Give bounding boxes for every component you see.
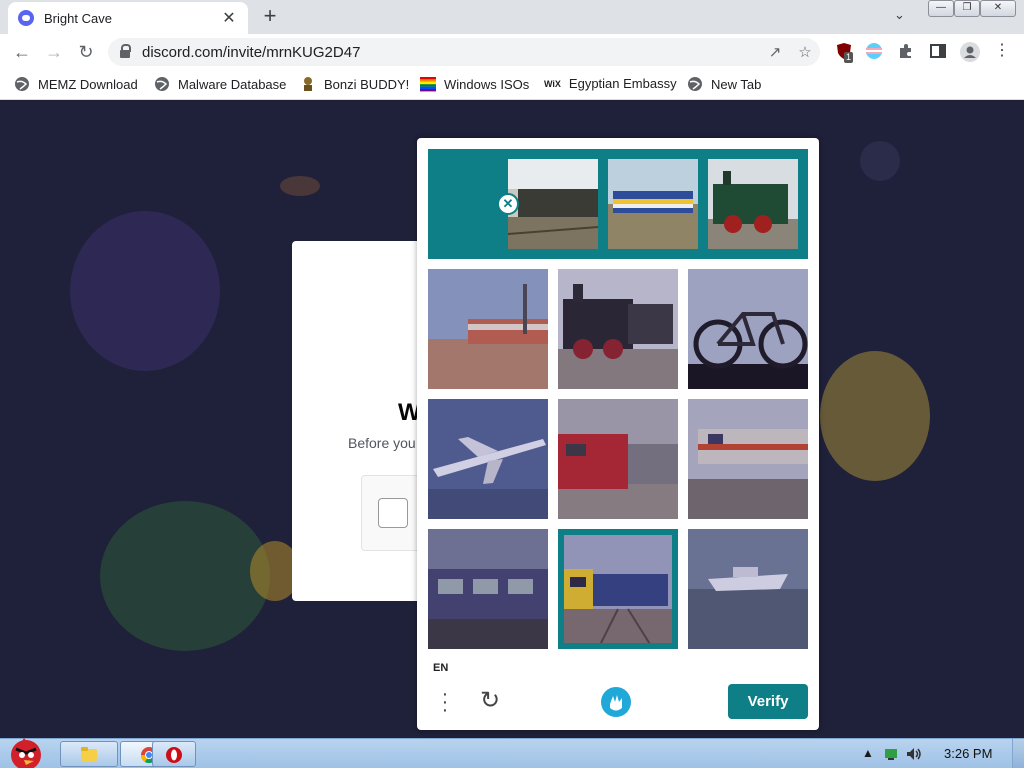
- bookmark-label: Malware Database: [178, 76, 287, 92]
- taskbar-explorer[interactable]: [60, 741, 118, 767]
- globe-icon: [688, 77, 702, 91]
- challenge-tile-airplane[interactable]: [428, 399, 548, 519]
- bookmark-label: New Tab: [711, 76, 762, 92]
- bookmark-label: Egyptian Embassy: [568, 76, 677, 91]
- menu-kebab-icon[interactable]: ⋮: [992, 42, 1012, 62]
- close-window-button[interactable]: ✕: [980, 0, 1016, 17]
- hcaptcha-challenge: ✕ EN · · · ↻ Verify: [417, 138, 819, 730]
- show-hidden-icons-chevron[interactable]: ▲: [862, 746, 874, 760]
- challenge-tile-train-platform[interactable]: [428, 269, 548, 389]
- illustration-decoration: [280, 176, 320, 196]
- extension-badge: 1: [844, 52, 854, 63]
- language-selector[interactable]: EN: [433, 662, 448, 674]
- opera-icon: [166, 747, 182, 763]
- reload-icon[interactable]: ↻: [74, 40, 98, 64]
- hcaptcha-logo-icon[interactable]: [600, 686, 632, 718]
- browser-tab[interactable]: Bright Cave ✕: [8, 2, 248, 34]
- bookmark-label: Windows ISOs: [444, 76, 530, 92]
- challenge-tile-yellow-train[interactable]: [558, 529, 678, 649]
- verify-button[interactable]: Verify: [728, 684, 808, 719]
- discord-invite-page: W Before you ✕ EN · · · ↻ Verify: [0, 101, 1024, 738]
- tile-image: [428, 529, 548, 649]
- browser-toolbar: ← → ↻ discord.com/invite/mrnKUG2D47 ↗ ☆ …: [0, 34, 1024, 70]
- bookmark-windows-isos[interactable]: Windows ISOs: [420, 76, 529, 92]
- challenge-tile-steam-locomotive[interactable]: [558, 269, 678, 389]
- bookmark-new-tab[interactable]: New Tab: [687, 76, 761, 92]
- url-text[interactable]: discord.com/invite/mrnKUG2D47: [142, 44, 760, 61]
- example-image: [708, 159, 798, 249]
- network-icon[interactable]: [884, 748, 898, 760]
- taskbar-clock[interactable]: 3:26 PM: [944, 746, 992, 761]
- start-button-angry-bird-icon[interactable]: [4, 733, 48, 768]
- new-tab-button[interactable]: +: [258, 4, 282, 30]
- bookmark-star-icon[interactable]: ☆: [790, 43, 820, 61]
- bookmark-label: MEMZ Download: [38, 76, 138, 92]
- puzzle-extensions-icon[interactable]: [896, 42, 916, 62]
- side-panel-icon[interactable]: [928, 42, 948, 62]
- tile-image: [688, 269, 808, 389]
- forward-arrow-icon[interactable]: →: [42, 40, 66, 64]
- lock-icon[interactable]: [120, 44, 131, 58]
- challenge-examples-panel: ✕: [428, 149, 808, 259]
- illustration-monster-green: [100, 501, 270, 651]
- tab-strip: Bright Cave ✕ + ⌄ — ❐ ✕: [0, 0, 1024, 34]
- show-desktop-button[interactable]: [1012, 739, 1024, 768]
- tile-image: [688, 399, 808, 519]
- address-bar[interactable]: discord.com/invite/mrnKUG2D47 ↗ ☆: [108, 38, 820, 66]
- share-icon[interactable]: ↗: [760, 43, 790, 61]
- bookmark-malware-database[interactable]: Malware Database: [154, 76, 286, 92]
- screen: Bright Cave ✕ + ⌄ — ❐ ✕ ← → ↻ discord.co…: [0, 0, 1024, 768]
- trans-flag-extension-icon[interactable]: [864, 42, 884, 62]
- tile-image: [428, 269, 548, 389]
- tab-search-chevron-icon[interactable]: ⌄: [894, 7, 905, 23]
- globe-icon: [155, 77, 169, 91]
- minimize-button[interactable]: —: [928, 0, 954, 17]
- tab-title: Bright Cave: [44, 10, 112, 26]
- illustration-decoration: [860, 141, 900, 181]
- bookmark-bonzi-buddy[interactable]: Bonzi BUDDY!: [300, 76, 409, 92]
- windows-taskbar: ▲ 3:26 PM: [0, 738, 1024, 768]
- tab-close-icon[interactable]: ✕: [220, 8, 238, 28]
- volume-icon[interactable]: [906, 747, 922, 761]
- restore-button[interactable]: ❐: [954, 0, 980, 17]
- challenge-tile-bicycle[interactable]: [688, 269, 808, 389]
- options-menu-icon[interactable]: · · ·: [437, 684, 453, 720]
- challenge-tile-train-station[interactable]: [688, 399, 808, 519]
- bookmark-egyptian-embassy[interactable]: WiX Egyptian Embassy: [544, 76, 677, 91]
- profile-avatar-icon[interactable]: [960, 42, 980, 62]
- tile-image: [428, 399, 548, 519]
- hcaptcha-checkbox[interactable]: [378, 498, 408, 528]
- taskbar-opera[interactable]: [152, 741, 196, 767]
- example-close-icon[interactable]: ✕: [497, 193, 519, 215]
- challenge-tile-train-interior[interactable]: [428, 529, 548, 649]
- ublock-extension-icon[interactable]: 1: [834, 42, 854, 63]
- tile-image: [558, 269, 678, 389]
- refresh-challenge-icon[interactable]: ↻: [477, 688, 503, 714]
- globe-icon: [15, 77, 29, 91]
- bookmark-label: Bonzi BUDDY!: [324, 76, 410, 92]
- challenge-tile-boat[interactable]: [688, 529, 808, 649]
- challenge-tile-red-locomotive[interactable]: [558, 399, 678, 519]
- rainbow-flag-icon: [420, 77, 436, 92]
- folder-icon: [81, 747, 97, 761]
- illustration-character-left: [70, 211, 220, 371]
- tile-image: [688, 529, 808, 649]
- illustration-character-right: [820, 351, 930, 481]
- wix-icon: WiX: [544, 78, 561, 89]
- example-image: [608, 159, 698, 249]
- invite-subtext: Before you: [348, 435, 416, 451]
- example-image: [508, 159, 598, 249]
- back-arrow-icon[interactable]: ←: [10, 40, 34, 64]
- tile-image: [558, 529, 678, 649]
- bookmark-memz[interactable]: MEMZ Download: [14, 76, 138, 92]
- bonzi-icon: [304, 77, 312, 91]
- discord-favicon-icon: [18, 10, 34, 26]
- tile-image: [558, 399, 678, 519]
- bookmarks-bar: MEMZ Download Malware Database Bonzi BUD…: [0, 70, 1024, 100]
